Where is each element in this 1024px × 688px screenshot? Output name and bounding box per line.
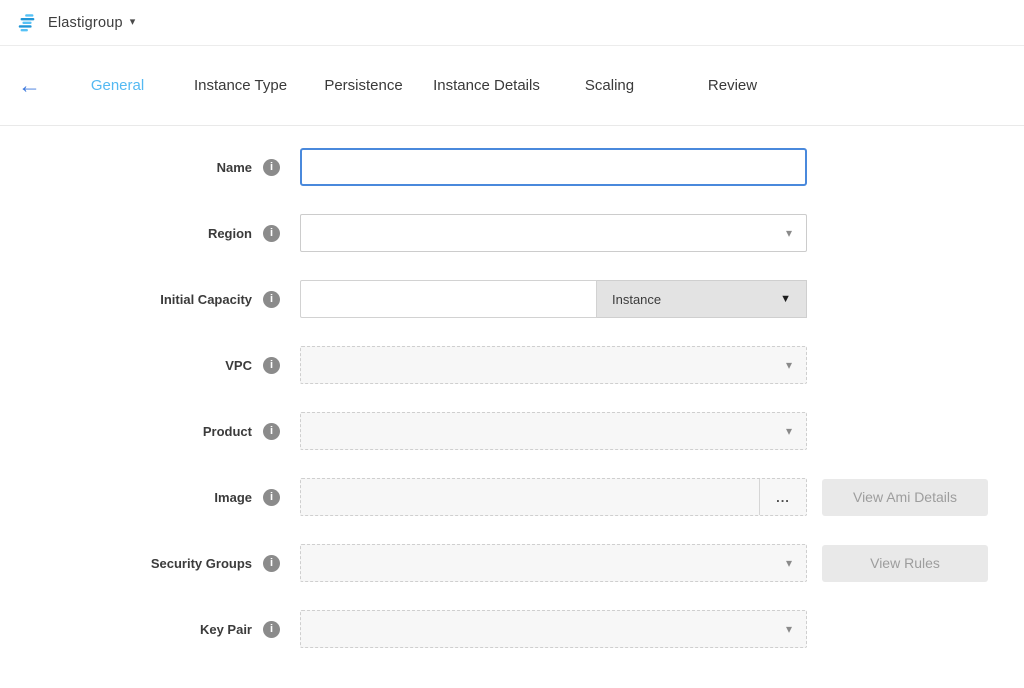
- chevron-down-icon: ▾: [786, 227, 792, 239]
- image-picker-value: [301, 479, 759, 515]
- region-select[interactable]: ▾: [300, 214, 807, 252]
- chevron-down-icon: ▼: [780, 294, 791, 305]
- region-info-icon[interactable]: i: [263, 225, 280, 242]
- form-row-product: Product i ▾: [0, 412, 1024, 450]
- form-row-name: Name i: [0, 148, 1024, 186]
- image-browse-button: ...: [760, 479, 806, 515]
- security-groups-label: Security Groups: [151, 556, 252, 571]
- elastigroup-logo-icon: [16, 12, 38, 34]
- vpc-label: VPC: [225, 358, 252, 373]
- name-input[interactable]: [300, 148, 807, 186]
- back-arrow-icon[interactable]: ←: [18, 74, 50, 97]
- name-info-icon[interactable]: i: [263, 159, 280, 176]
- initial-capacity-label: Initial Capacity: [160, 292, 252, 307]
- tab-general[interactable]: General: [56, 77, 179, 94]
- wizard-tab-bar: ← General Instance Type Persistence Inst…: [0, 46, 1024, 126]
- initial-capacity-input[interactable]: [300, 280, 597, 318]
- top-bar: Elastigroup ▾: [0, 0, 1024, 46]
- tab-instance-details[interactable]: Instance Details: [425, 77, 548, 94]
- capacity-unit-select[interactable]: Instance ▼: [597, 280, 807, 318]
- chevron-down-icon: ▾: [786, 623, 792, 635]
- chevron-down-icon: ▾: [786, 359, 792, 371]
- tab-review[interactable]: Review: [671, 77, 794, 94]
- product-select: ▾: [300, 412, 807, 450]
- image-info-icon[interactable]: i: [263, 489, 280, 506]
- image-picker-field: ...: [300, 478, 807, 516]
- chevron-down-icon: ▾: [786, 557, 792, 569]
- tab-persistence[interactable]: Persistence: [302, 77, 425, 94]
- vpc-info-icon[interactable]: i: [263, 357, 280, 374]
- key-pair-label: Key Pair: [200, 622, 252, 637]
- form-row-security-groups: Security Groups i ▾ View Rules: [0, 544, 1024, 582]
- name-label: Name: [217, 160, 252, 175]
- brand-caret-down-icon: ▾: [130, 17, 136, 28]
- form-row-region: Region i ▾: [0, 214, 1024, 252]
- key-pair-select: ▾: [300, 610, 807, 648]
- tab-scaling[interactable]: Scaling: [548, 77, 671, 94]
- product-label: Product: [203, 424, 252, 439]
- view-rules-button: View Rules: [822, 545, 988, 582]
- chevron-down-icon: ▾: [786, 425, 792, 437]
- product-info-icon[interactable]: i: [263, 423, 280, 440]
- general-settings-form: Name i Region i ▾ Initial Capacity i Ins…: [0, 126, 1024, 648]
- image-label: Image: [214, 490, 252, 505]
- form-row-vpc: VPC i ▾: [0, 346, 1024, 384]
- region-label: Region: [208, 226, 252, 241]
- tab-instance-type[interactable]: Instance Type: [179, 77, 302, 94]
- vpc-select: ▾: [300, 346, 807, 384]
- capacity-unit-value: Instance: [612, 292, 661, 307]
- initial-capacity-info-icon[interactable]: i: [263, 291, 280, 308]
- brand-name: Elastigroup: [48, 15, 123, 31]
- view-ami-details-button: View Ami Details: [822, 479, 988, 516]
- product-switcher[interactable]: Elastigroup ▾: [16, 12, 135, 34]
- form-row-image: Image i ... View Ami Details: [0, 478, 1024, 516]
- form-row-key-pair: Key Pair i ▾: [0, 610, 1024, 648]
- form-row-initial-capacity: Initial Capacity i Instance ▼: [0, 280, 1024, 318]
- wizard-tabs: General Instance Type Persistence Instan…: [56, 77, 794, 94]
- security-groups-info-icon[interactable]: i: [263, 555, 280, 572]
- key-pair-info-icon[interactable]: i: [263, 621, 280, 638]
- security-groups-select: ▾: [300, 544, 807, 582]
